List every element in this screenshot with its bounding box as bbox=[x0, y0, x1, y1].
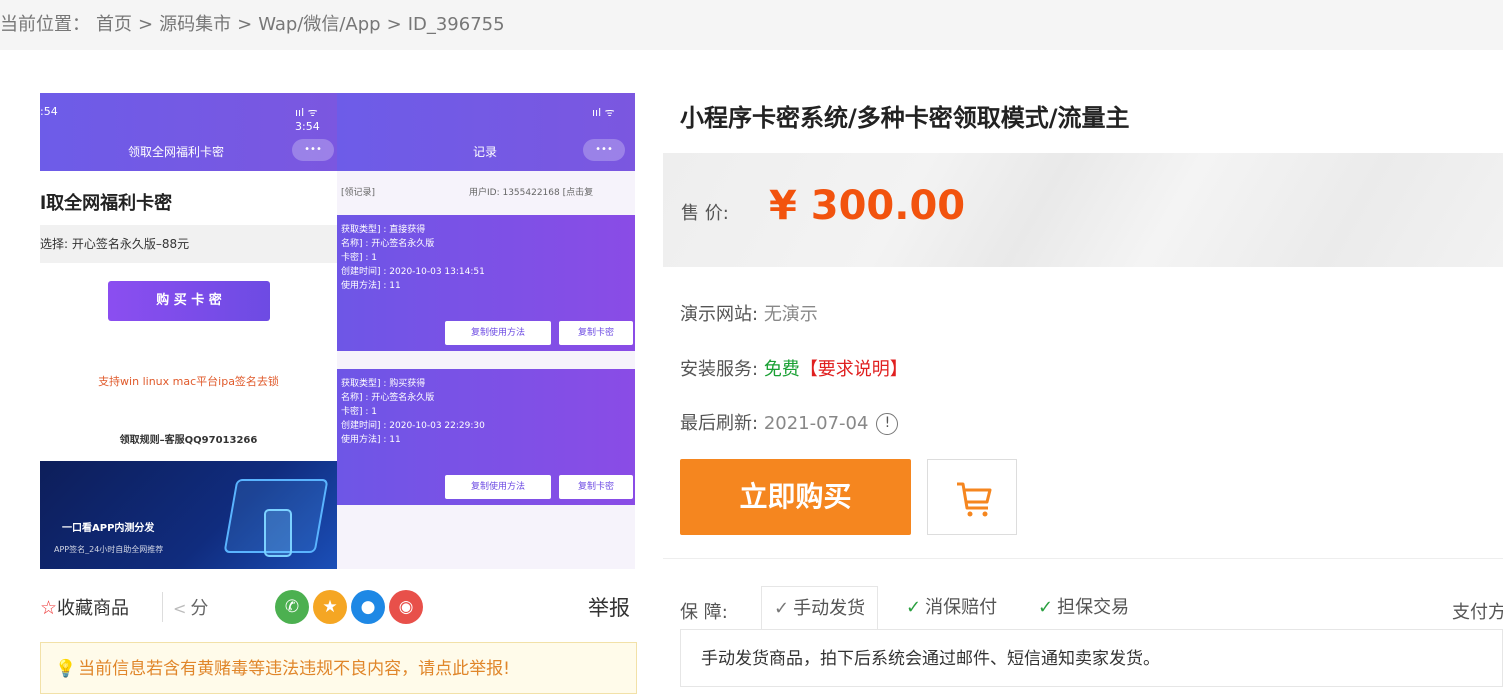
tab-label: 担保交易 bbox=[1057, 597, 1130, 618]
phone-a-navbar: :54 ııl ᯤ 3:54 领取全网福利卡密 ••• bbox=[40, 93, 337, 171]
breadcrumb: 当前位置： 首页 > 源码集市 > Wap/微信/App > ID_396755 bbox=[0, 0, 1503, 50]
breadcrumb-separator: > bbox=[138, 14, 154, 35]
screenshot-phone-b: ııl ᯤ 记录 ••• [领记录] 用户ID: 1355422168 [点击复… bbox=[337, 93, 635, 569]
report-warning[interactable]: 💡 当前信息若含有黄赌毒等违法违规不良内容，请点此举报! bbox=[40, 642, 637, 694]
guarantee-label: 保 障: bbox=[680, 602, 728, 623]
tab-consumer-protection[interactable]: ✓ 消保赔付 bbox=[894, 586, 1009, 630]
product-actions: ☆收藏商品 < 分 ✆ ★ ● ◉ 举报 bbox=[40, 590, 640, 624]
product-image[interactable]: :54 ııl ᯤ 3:54 领取全网福利卡密 ••• l取全网福利卡密 选择:… bbox=[40, 93, 635, 569]
share-icon: < bbox=[173, 599, 187, 618]
phone-a-banner: 一口看APP内测分发 APP签名_24小时自助全网推荐 bbox=[40, 461, 337, 569]
favorite-label: 收藏商品 bbox=[57, 598, 130, 619]
record-line: 名称] : 开心签名永久版 bbox=[341, 393, 435, 403]
favorite-button[interactable]: ☆收藏商品 bbox=[40, 594, 129, 620]
product-title: 小程序卡密系统/多种卡密领取模式/流量主 bbox=[680, 104, 1130, 132]
install-label: 安装服务: bbox=[680, 359, 759, 380]
phone-b-status: ııl ᯤ bbox=[592, 106, 615, 119]
lightbulb-icon: 💡 bbox=[55, 659, 77, 679]
install-service-row: 安装服务: 免费【要求说明】 bbox=[680, 355, 908, 381]
breadcrumb-current-id: ID_396755 bbox=[407, 14, 505, 35]
record-line: 创建时间] : 2020-10-03 22:29:30 bbox=[341, 421, 485, 431]
share-label: 分 bbox=[190, 598, 209, 619]
check-icon: ✓ bbox=[1038, 597, 1054, 618]
phone-a-menu-icon: ••• bbox=[292, 139, 334, 161]
breadcrumb-separator: > bbox=[386, 14, 402, 35]
record-line: 卡密] : 1 bbox=[341, 253, 377, 263]
cart-icon bbox=[957, 482, 992, 517]
screenshot-phone-a: :54 ııl ᯤ 3:54 领取全网福利卡密 ••• l取全网福利卡密 选择:… bbox=[40, 93, 337, 569]
share-button[interactable]: < 分 bbox=[173, 594, 208, 620]
warning-text: 当前信息若含有黄赌毒等违法违规不良内容，请点此举报! bbox=[78, 659, 510, 679]
star-icon: ☆ bbox=[40, 597, 58, 619]
phone-a-buy-button: 购 买 卡 密 bbox=[108, 281, 270, 321]
add-to-cart-button[interactable] bbox=[927, 459, 1017, 535]
phone-b-navbar: ııl ᯤ 记录 ••• bbox=[337, 93, 635, 171]
record-line: 名称] : 开心签名永久版 bbox=[341, 239, 435, 249]
phone-a-contact: 领取规则–客服QQ97013266 bbox=[119, 435, 258, 446]
breadcrumb-prefix: 当前位置： bbox=[0, 14, 90, 35]
copy-card-button: 复制卡密 bbox=[559, 321, 633, 345]
breadcrumb-source-market[interactable]: 源码集市 bbox=[159, 14, 231, 35]
tab-escrow[interactable]: ✓ 担保交易 bbox=[1026, 586, 1141, 630]
demo-value: 无演示 bbox=[763, 304, 818, 325]
check-icon: ✓ bbox=[906, 597, 922, 618]
phone-a-red-note: 支持win linux mac平台ipa签名去锁 bbox=[98, 375, 279, 388]
tab-label: 消保赔付 bbox=[925, 597, 998, 618]
wechat-icon[interactable]: ✆ bbox=[275, 590, 309, 624]
phone-b-header-right: 用户ID: 1355422168 [点击复 bbox=[469, 188, 594, 198]
qzone-icon[interactable]: ★ bbox=[313, 590, 347, 624]
price-box: 售 价: ¥ 300.00 bbox=[663, 153, 1503, 267]
record-line: 使用方法] : 11 bbox=[341, 435, 401, 445]
breadcrumb-category[interactable]: Wap/微信/App bbox=[258, 14, 380, 35]
phone-a-nav-title: 领取全网福利卡密 bbox=[128, 145, 225, 159]
demo-site-row: 演示网站: 无演示 bbox=[680, 300, 818, 326]
section-divider bbox=[663, 558, 1503, 559]
refresh-value: 2021-07-04 bbox=[763, 413, 869, 434]
phone-a-heading: l取全网福利卡密 bbox=[40, 193, 173, 214]
demo-label: 演示网站: bbox=[680, 304, 759, 325]
phone-a-select: 选择: 开心签名永久版–88元 bbox=[40, 225, 337, 263]
record-line: 卡密] : 1 bbox=[341, 407, 377, 417]
phone-b-menu-icon: ••• bbox=[583, 139, 625, 161]
buy-now-button[interactable]: 立即购买 bbox=[680, 459, 911, 535]
info-icon[interactable]: ! bbox=[876, 413, 899, 435]
phone-b-header: [领记录] 用户ID: 1355422168 [点击复 bbox=[337, 177, 635, 201]
check-icon: ✓ bbox=[774, 598, 790, 619]
weibo-icon[interactable]: ◉ bbox=[389, 590, 423, 624]
price-value: ¥ 300.00 bbox=[769, 183, 966, 229]
breadcrumb-separator: > bbox=[237, 14, 253, 35]
tab-label: 手动发货 bbox=[793, 598, 866, 619]
record-card: 获取类型] : 直接获得 名称] : 开心签名永久版 卡密] : 1 创建时间]… bbox=[337, 215, 635, 351]
guarantee-description: 手动发货商品，拍下后系统会通过邮件、短信通知卖家发货。 bbox=[680, 629, 1503, 687]
copy-method-button: 复制使用方法 bbox=[445, 321, 551, 345]
divider bbox=[162, 592, 163, 622]
copy-method-button: 复制使用方法 bbox=[445, 475, 551, 499]
phone-a-status: ııl ᯤ 3:54 bbox=[295, 106, 320, 133]
record-line: 创建时间] : 2020-10-03 13:14:51 bbox=[341, 267, 485, 277]
phone-graphic bbox=[264, 509, 292, 557]
banner-title: 一口看APP内测分发 bbox=[62, 523, 155, 534]
price-label: 售 价: bbox=[681, 203, 729, 224]
refresh-label: 最后刷新: bbox=[680, 413, 759, 434]
phone-b-header-left: [领记录] bbox=[341, 188, 376, 198]
qq-icon[interactable]: ● bbox=[351, 590, 385, 624]
breadcrumb-home[interactable]: 首页 bbox=[96, 14, 132, 35]
install-requirements-link[interactable]: 【要求说明】 bbox=[800, 359, 908, 380]
record-card: 获取类型] : 购买获得 名称] : 开心签名永久版 卡密] : 1 创建时间]… bbox=[337, 369, 635, 505]
banner-subtitle: APP签名_24小时自助全网推荐 bbox=[54, 545, 164, 554]
report-link[interactable]: 举报 bbox=[588, 592, 630, 622]
payment-label: 支付方 bbox=[1452, 602, 1503, 623]
record-line: 获取类型] : 直接获得 bbox=[341, 225, 426, 235]
tab-manual-delivery[interactable]: ✓ 手动发货 bbox=[761, 586, 879, 630]
phone-a-time: :54 bbox=[40, 105, 58, 118]
record-line: 使用方法] : 11 bbox=[341, 281, 401, 291]
phone-b-nav-title: 记录 bbox=[473, 145, 498, 159]
copy-card-button: 复制卡密 bbox=[559, 475, 633, 499]
last-refresh-row: 最后刷新: 2021-07-04! bbox=[680, 409, 899, 435]
install-value: 免费 bbox=[763, 359, 800, 380]
record-line: 获取类型] : 购买获得 bbox=[341, 379, 426, 389]
